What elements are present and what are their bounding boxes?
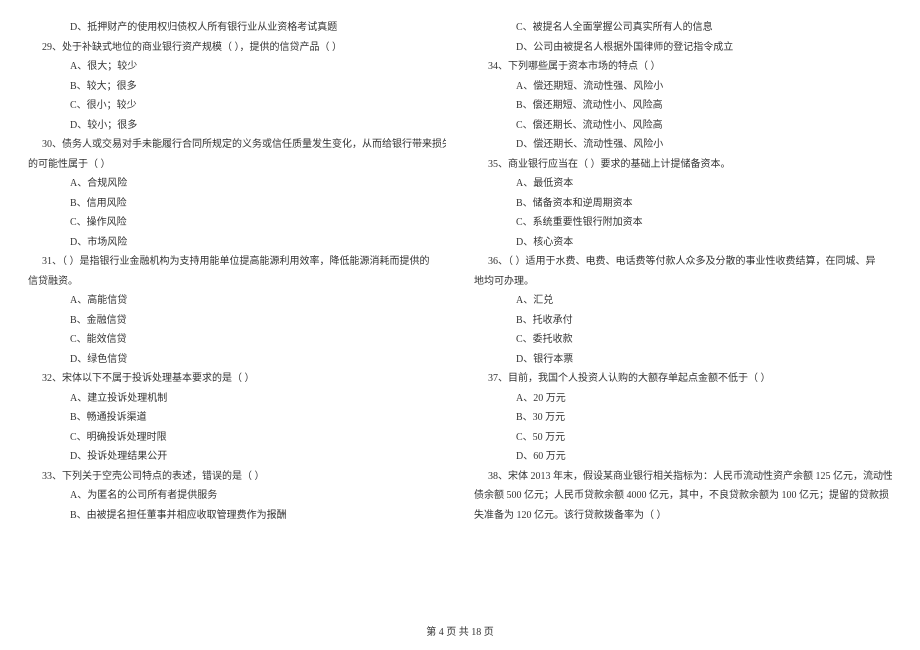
question-36: 36、（ ）适用于水费、电费、电话费等付款人众多及分散的事业性收费结算，在同城、…: [474, 252, 892, 272]
answer-option: D、抵押财产的使用权归债权人所有银行业从业资格考试真题: [28, 18, 446, 38]
answer-option: C、被提名人全面掌握公司真实所有人的信息: [474, 18, 892, 38]
answer-option: B、30 万元: [474, 408, 892, 428]
answer-option: D、较小；很多: [28, 116, 446, 136]
answer-option: D、60 万元: [474, 447, 892, 467]
answer-option: C、能效信贷: [28, 330, 446, 350]
answer-option: A、很大；较少: [28, 57, 446, 77]
answer-option: B、偿还期短、流动性小、风险高: [474, 96, 892, 116]
question-29: 29、处于补缺式地位的商业银行资产规模（ ），提供的信贷产品（ ）: [28, 38, 446, 58]
answer-option: B、较大；很多: [28, 77, 446, 97]
answer-option: C、明确投诉处理时限: [28, 428, 446, 448]
answer-option: D、投诉处理结果公开: [28, 447, 446, 467]
answer-option: A、20 万元: [474, 389, 892, 409]
answer-option: B、储备资本和逆周期资本: [474, 194, 892, 214]
question-30-continuation: 的可能性属于（ ）: [28, 155, 446, 175]
answer-option: A、合规风险: [28, 174, 446, 194]
left-column: D、抵押财产的使用权归债权人所有银行业从业资格考试真题 29、处于补缺式地位的商…: [28, 18, 446, 525]
question-32: 32、宋体以下不属于投诉处理基本要求的是（ ）: [28, 369, 446, 389]
answer-option: A、偿还期短、流动性强、风险小: [474, 77, 892, 97]
question-31-continuation: 信贷融资。: [28, 272, 446, 292]
answer-option: C、操作风险: [28, 213, 446, 233]
answer-option: C、偿还期长、流动性小、风险高: [474, 116, 892, 136]
question-34: 34、下列哪些属于资本市场的特点（ ）: [474, 57, 892, 77]
question-38-continuation: 债余额 500 亿元；人民币贷款余额 4000 亿元，其中，不良贷款余额为 10…: [474, 486, 892, 506]
question-35: 35、商业银行应当在（ ）要求的基础上计提储备资本。: [474, 155, 892, 175]
answer-option: C、系统重要性银行附加资本: [474, 213, 892, 233]
answer-option: D、绿色信贷: [28, 350, 446, 370]
answer-option: B、金融信贷: [28, 311, 446, 331]
answer-option: A、汇兑: [474, 291, 892, 311]
answer-option: B、由被提名担任董事并相应收取管理费作为报酬: [28, 506, 446, 526]
answer-option: D、市场风险: [28, 233, 446, 253]
answer-option: D、公司由被提名人根据外国律师的登记指令成立: [474, 38, 892, 58]
answer-option: D、银行本票: [474, 350, 892, 370]
answer-option: C、很小；较少: [28, 96, 446, 116]
answer-option: A、为匿名的公司所有者提供服务: [28, 486, 446, 506]
question-30: 30、债务人或交易对手未能履行合同所规定的义务或信任质量发生变化，从而给银行带来…: [28, 135, 446, 155]
question-37: 37、目前，我国个人投资人认购的大额存单起点金额不低于（ ）: [474, 369, 892, 389]
answer-option: B、信用风险: [28, 194, 446, 214]
question-33: 33、下列关于空壳公司特点的表述，错误的是（ ）: [28, 467, 446, 487]
answer-option: A、高能信贷: [28, 291, 446, 311]
right-column: C、被提名人全面掌握公司真实所有人的信息 D、公司由被提名人根据外国律师的登记指…: [474, 18, 892, 525]
question-36-continuation: 地均可办理。: [474, 272, 892, 292]
answer-option: B、托收承付: [474, 311, 892, 331]
question-38-continuation: 失准备为 120 亿元。该行贷款拨备率为（ ）: [474, 506, 892, 526]
answer-option: A、最低资本: [474, 174, 892, 194]
answer-option: C、委托收款: [474, 330, 892, 350]
answer-option: D、核心资本: [474, 233, 892, 253]
answer-option: C、50 万元: [474, 428, 892, 448]
page-footer: 第 4 页 共 18 页: [0, 623, 920, 643]
question-38: 38、宋体 2013 年末，假设某商业银行相关指标为：人民币流动性资产余额 12…: [474, 467, 892, 487]
answer-option: B、畅通投诉渠道: [28, 408, 446, 428]
answer-option: D、偿还期长、流动性强、风险小: [474, 135, 892, 155]
answer-option: A、建立投诉处理机制: [28, 389, 446, 409]
question-31: 31、（ ）是指银行业金融机构为支持用能单位提高能源利用效率，降低能源消耗而提供…: [28, 252, 446, 272]
